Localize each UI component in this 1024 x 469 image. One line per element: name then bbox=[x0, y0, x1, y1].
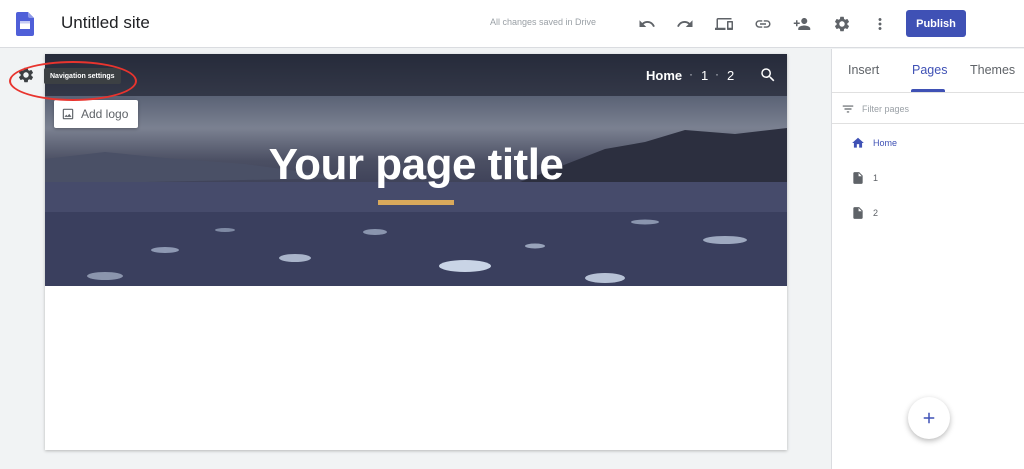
search-icon[interactable] bbox=[759, 66, 777, 84]
redo-icon[interactable] bbox=[673, 12, 697, 36]
right-side-panel: Insert Pages Themes Home 1 2 bbox=[831, 49, 1024, 469]
add-person-icon[interactable] bbox=[790, 12, 814, 36]
preview-icon[interactable] bbox=[712, 12, 736, 36]
nav-link-home[interactable]: Home bbox=[646, 68, 682, 83]
page-icon bbox=[853, 172, 863, 184]
site-title[interactable]: Untitled site bbox=[61, 13, 150, 33]
navigation-settings-tooltip: Navigation settings bbox=[44, 68, 121, 84]
save-status: All changes saved in Drive bbox=[490, 17, 597, 27]
nav-link-page-1[interactable]: 1 bbox=[701, 68, 708, 83]
more-vert-icon[interactable] bbox=[868, 12, 892, 36]
page-list-label: 1 bbox=[873, 173, 879, 183]
filter-pages-input[interactable] bbox=[862, 101, 1012, 117]
nav-separator: · bbox=[715, 67, 719, 81]
undo-icon[interactable] bbox=[635, 12, 659, 36]
publish-button[interactable]: Publish bbox=[906, 10, 966, 37]
header-banner[interactable]: Home · 1 · 2 Add logo Your page title bbox=[45, 54, 787, 286]
plus-icon bbox=[923, 412, 935, 424]
tab-insert[interactable]: Insert bbox=[848, 63, 879, 77]
settings-icon[interactable] bbox=[830, 12, 854, 36]
nav-link-page-2[interactable]: 2 bbox=[727, 68, 734, 83]
page-canvas[interactable]: Home · 1 · 2 Add logo Your page title bbox=[45, 54, 787, 450]
site-navigation-bar: Home · 1 · 2 bbox=[45, 54, 787, 96]
home-icon bbox=[852, 137, 864, 148]
add-logo-button[interactable]: Add logo bbox=[54, 100, 138, 128]
page-list-item-1[interactable]: 1 bbox=[832, 164, 1024, 192]
image-icon bbox=[62, 108, 74, 120]
page-list-item-2[interactable]: 2 bbox=[832, 199, 1024, 227]
tab-pages[interactable]: Pages bbox=[912, 63, 947, 77]
nav-separator: · bbox=[689, 67, 693, 81]
page-list-label: 2 bbox=[873, 208, 879, 218]
tab-themes[interactable]: Themes bbox=[970, 63, 1015, 77]
page-list-label: Home bbox=[873, 138, 898, 148]
title-underline-divider bbox=[378, 200, 454, 205]
add-logo-label: Add logo bbox=[81, 107, 129, 121]
navigation-settings-gear-icon[interactable] bbox=[17, 66, 35, 84]
page-list-item-home[interactable]: Home bbox=[832, 129, 1024, 157]
add-page-button[interactable] bbox=[908, 397, 950, 439]
sites-logo-icon[interactable] bbox=[16, 12, 34, 36]
filter-pages-row bbox=[832, 92, 1024, 124]
page-icon bbox=[853, 207, 863, 219]
link-icon[interactable] bbox=[751, 12, 775, 36]
filter-icon bbox=[842, 105, 854, 113]
top-bar: Untitled site All changes saved in Drive… bbox=[0, 0, 1024, 48]
page-title[interactable]: Your page title bbox=[45, 140, 787, 190]
